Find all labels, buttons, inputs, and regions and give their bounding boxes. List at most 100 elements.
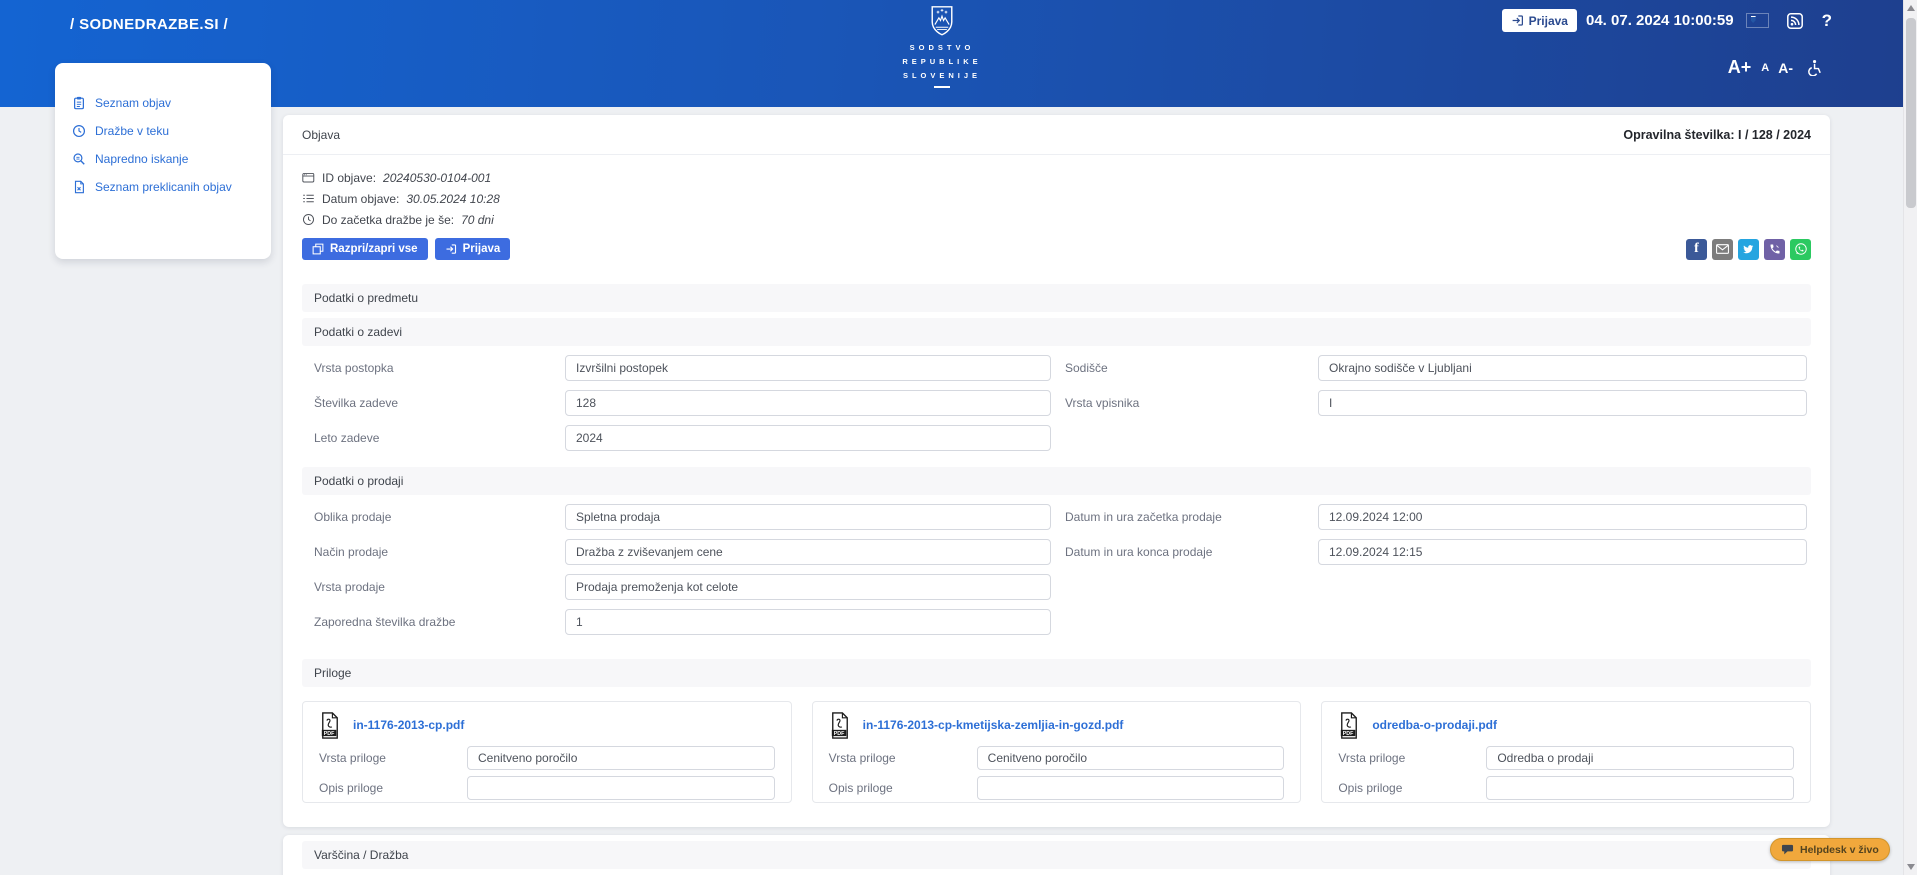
attachment-desc-input[interactable] (977, 776, 1285, 800)
font-size-controls: A+ A A- (1728, 57, 1822, 78)
logo-text-line1: SODSTVO (872, 43, 1012, 52)
coat-of-arms-icon (929, 5, 955, 37)
attachment-type-label: Vrsta priloge (1338, 751, 1486, 765)
helpdesk-button[interactable]: Helpdesk v živo (1770, 838, 1890, 861)
list-icon (302, 192, 315, 205)
whatsapp-icon[interactable] (1790, 239, 1811, 260)
login-button[interactable]: Prijava (435, 238, 511, 260)
form-row: Številka zadeve Vrsta vpisnika (302, 390, 1811, 416)
field-input-vrsta-vpisnika[interactable] (1318, 390, 1807, 416)
attachment-card-1: PDF in-1176-2013-cp.pdf Vrsta priloge Op… (302, 701, 792, 803)
attachment-field-row: Opis priloge (829, 776, 1285, 800)
attachment-type-input[interactable] (467, 746, 775, 770)
accessibility-icon[interactable] (1805, 59, 1822, 76)
field-label-vrsta-postopka: Vrsta postopka (302, 361, 565, 375)
expand-collapse-all-button[interactable]: Razpri/zapri vse (302, 238, 428, 260)
attachment-link[interactable]: in-1176-2013-cp-kmetijska-zemljia-in-goz… (863, 718, 1124, 732)
meta-label: Datum objave: (322, 192, 399, 206)
scroll-down-arrow[interactable] (1907, 864, 1915, 870)
share-buttons: f (1686, 239, 1811, 260)
form-row: Leto zadeve (302, 425, 1811, 451)
section-header-podatki-o-prodaji[interactable]: Podatki o prodaji (302, 467, 1811, 495)
field-label-vrsta-prodaje: Vrsta prodaje (302, 580, 565, 594)
field-input-oblika-prodaje[interactable] (565, 504, 1051, 530)
field-label-oblika-prodaje: Oblika prodaje (302, 510, 565, 524)
section-title: Podatki o prodaji (314, 474, 403, 488)
section-header-podatki-o-predmetu[interactable]: Podatki o predmetu (302, 284, 1811, 312)
header-right-cluster: Prijava 04. 07. 2024 10:00:59 ? (1502, 9, 1832, 32)
email-icon[interactable] (1712, 239, 1733, 260)
attachment-type-input[interactable] (1486, 746, 1794, 770)
sidebar-item-label: Napredno iskanje (95, 152, 188, 166)
field-input-datum-konca-prodaje[interactable] (1318, 539, 1807, 565)
sidebar-item-drazbe-v-teku[interactable]: Dražbe v teku (55, 117, 271, 145)
deposit-auction-card: Varščina / Dražba (283, 835, 1830, 875)
clock-icon (302, 213, 315, 226)
font-decrease-button[interactable]: A- (1778, 60, 1793, 76)
field-input-zaporedna-stevilka-drazbe[interactable] (565, 609, 1051, 635)
attachment-link[interactable]: in-1176-2013-cp.pdf (353, 718, 464, 732)
pdf-icon: PDF (319, 712, 341, 739)
rss-icon[interactable] (1787, 13, 1803, 29)
flag-shield (1751, 16, 1756, 23)
section-header-podatki-o-zadevi[interactable]: Podatki o zadevi (302, 318, 1811, 346)
meta-row-date: Datum objave: 30.05.2024 10:28 (302, 188, 1811, 209)
sidebar-item-label: Seznam objav (95, 96, 171, 110)
field-input-vrsta-prodaje[interactable] (565, 574, 1051, 600)
font-reset-button[interactable]: A (1761, 62, 1769, 74)
field-input-sodisce[interactable] (1318, 355, 1807, 381)
pdf-icon: PDF (829, 712, 851, 739)
scrollbar-thumb[interactable] (1906, 18, 1916, 208)
attachment-desc-label: Opis priloge (319, 781, 467, 795)
slovenia-flag-icon[interactable] (1747, 14, 1768, 27)
attachment-field-row: Opis priloge (1338, 776, 1794, 800)
field-input-nacin-prodaje[interactable] (565, 539, 1051, 565)
pdf-icon: PDF (1338, 712, 1360, 739)
publication-card: Objava Opravilna številka: I / 128 / 202… (283, 115, 1830, 827)
logo-text-line3: SLOVENIJE (872, 71, 1012, 80)
field-input-stevilka-zadeve[interactable] (565, 390, 1051, 416)
site-brand[interactable]: / SODNEDRAZBE.SI / (70, 16, 228, 33)
scroll-up-arrow[interactable] (1907, 5, 1915, 11)
attachment-field-row: Opis priloge (319, 776, 775, 800)
twitter-icon[interactable] (1738, 239, 1759, 260)
meta-row-id: ID objave: 20240530-0104-001 (302, 167, 1811, 188)
expand-collapse-all-label: Razpri/zapri vse (330, 243, 418, 255)
field-input-leto-zadeve[interactable] (565, 425, 1051, 451)
form-row: Vrsta postopka Sodišče (302, 355, 1811, 381)
help-icon[interactable]: ? (1822, 11, 1832, 31)
sidebar-item-seznam-objav[interactable]: Seznam objav (55, 89, 271, 117)
login-icon (445, 243, 457, 255)
clipboard-icon (72, 96, 86, 110)
attachment-field-row: Vrsta priloge (1338, 746, 1794, 770)
attachment-type-input[interactable] (977, 746, 1285, 770)
field-input-vrsta-postopka[interactable] (565, 355, 1051, 381)
case-reference: Opravilna številka: I / 128 / 2024 (1623, 128, 1811, 142)
meta-value-publication-date: 30.05.2024 10:28 (406, 192, 499, 206)
section-header-varscina-drazba[interactable]: Varščina / Dražba (302, 841, 1811, 869)
header-login-button[interactable]: Prijava (1502, 9, 1577, 32)
attachment-card-2: PDF in-1176-2013-cp-kmetijska-zemljia-in… (812, 701, 1302, 803)
actions-row: Razpri/zapri vse Prijava f (302, 238, 1811, 260)
form-row: Način prodaje Datum in ura konca prodaje (302, 539, 1811, 565)
form-row: Oblika prodaje Datum in ura začetka prod… (302, 504, 1811, 530)
header-login-label: Prijava (1529, 14, 1568, 28)
meta-label: Do začetka dražbe je še: (322, 213, 454, 227)
field-input-datum-zacetka-prodaje[interactable] (1318, 504, 1807, 530)
sidebar-item-napredno-iskanje[interactable]: Napredno iskanje (55, 145, 271, 173)
facebook-icon[interactable]: f (1686, 239, 1707, 260)
attachment-desc-input[interactable] (1486, 776, 1794, 800)
form-row: Vrsta prodaje (302, 574, 1811, 600)
attachment-link[interactable]: odredba-o-prodaji.pdf (1372, 718, 1497, 732)
font-increase-button[interactable]: A+ (1728, 57, 1752, 78)
section-header-priloge[interactable]: Priloge (302, 659, 1811, 687)
meta-value-days-left: 70 dni (461, 213, 494, 227)
attachment-desc-input[interactable] (467, 776, 775, 800)
file-cancel-icon (72, 180, 86, 194)
field-label-zaporedna-stevilka-drazbe: Zaporedna številka dražbe (302, 615, 565, 629)
id-card-icon (302, 171, 315, 184)
viber-icon[interactable] (1764, 239, 1785, 260)
helpdesk-label: Helpdesk v živo (1800, 844, 1879, 856)
sidebar-item-seznam-preklicanih-objav[interactable]: Seznam preklicanih objav (55, 173, 271, 201)
svg-text:PDF: PDF (324, 730, 335, 736)
